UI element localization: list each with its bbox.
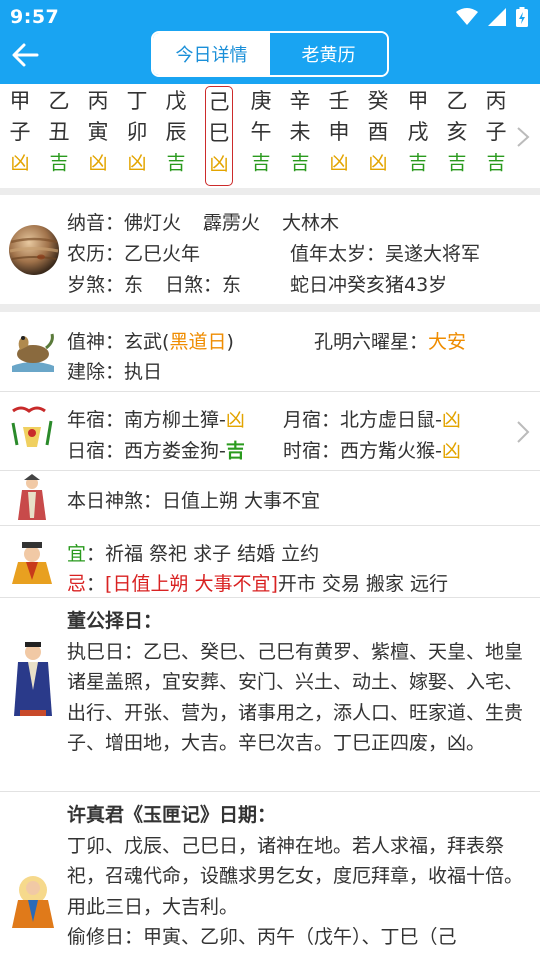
day-item[interactable]: 甲戌吉 xyxy=(404,86,432,186)
tab-switcher: 今日详情 老黄历 xyxy=(151,31,389,77)
yi-row: 宜：祈福 祭祀 求子 结婚 立约 xyxy=(67,543,320,565)
section-divider xyxy=(0,304,540,312)
divider xyxy=(0,391,540,392)
dong-gong-text: 董公择日： 执巳日：乙巳、癸巳、己巳有黄罗、紫檀、天皇、地皇诸星盖照，宜安葬、安… xyxy=(67,606,533,759)
shensha-row: 本日神煞：日值上朔 大事不宜 xyxy=(67,490,321,512)
day-item[interactable]: 丙寅凶 xyxy=(84,86,112,186)
wifi-icon xyxy=(456,8,478,25)
status-time: 9:57 xyxy=(10,6,60,28)
nianxiu-row: 年宿：南方柳土獐-凶 xyxy=(67,409,245,431)
xu-zhenjun-title: 许真君《玉匣记》日期： xyxy=(67,804,277,826)
divider xyxy=(0,470,540,471)
ji-row: 忌：[日值上朔 大事不宜]开市 交易 搬家 远行 xyxy=(67,573,449,595)
emperor-icon xyxy=(12,542,52,584)
day-item[interactable]: 辛未吉 xyxy=(286,86,314,186)
xu-zhenjun-text: 许真君《玉匣记》日期： 丁卯、戊辰、己巳日，诸神在地。若人求福，拜表祭祀，召魂代… xyxy=(67,800,533,953)
xu-zhenjun-body: 丁卯、戊辰、己巳日，诸神在地。若人求福，拜表祭祀，召魂代命，设醮求男乞女，度厄拜… xyxy=(67,834,524,918)
day-item[interactable]: 丁卯凶 xyxy=(123,86,151,186)
chong-text: 蛇日冲癸亥猪43岁 xyxy=(290,274,448,296)
taisui-row: 值年太岁：吴遂大将军 xyxy=(290,243,481,265)
jianchu-row: 建除：执日 xyxy=(67,361,163,383)
day-item-selected[interactable]: 己巳凶 xyxy=(205,86,233,186)
divider xyxy=(0,597,540,598)
xu-zhenjun-icon xyxy=(12,876,54,928)
day-item[interactable]: 乙丑吉 xyxy=(45,86,73,186)
divider xyxy=(0,525,540,526)
section-divider xyxy=(0,188,540,195)
day-item[interactable]: 庚午吉 xyxy=(247,86,275,186)
day-item[interactable]: 乙亥吉 xyxy=(443,86,471,186)
day-strip: 甲子凶 乙丑吉 丙寅凶 丁卯凶 戊辰吉 己巳凶 庚午吉 辛未吉 壬申凶 癸酉凶 … xyxy=(0,84,540,190)
signal-icon xyxy=(488,8,506,26)
back-arrow-icon[interactable] xyxy=(10,40,40,70)
day-item[interactable]: 癸酉凶 xyxy=(364,86,392,186)
battery-icon xyxy=(516,7,528,27)
toxiu-text: 偷修日：甲寅、乙卯、丙午（戊午）、丁巳（己 xyxy=(67,926,457,948)
status-icons xyxy=(456,7,528,27)
dong-gong-icon xyxy=(14,642,52,716)
day-item[interactable]: 戊辰吉 xyxy=(162,86,190,186)
constellation-icon xyxy=(11,406,53,447)
planet-icon xyxy=(9,225,59,275)
day-item[interactable]: 壬申凶 xyxy=(325,86,353,186)
tab-today-details[interactable]: 今日详情 xyxy=(153,33,270,75)
nayin-row: 纳音：佛灯火 霹雳火 大林木 xyxy=(67,212,340,234)
day-item[interactable]: 丙子吉 xyxy=(482,86,510,186)
tab-almanac[interactable]: 老黄历 xyxy=(270,33,387,75)
chevron-right-icon[interactable] xyxy=(516,126,530,148)
sha-row: 岁煞：东 日煞：东 xyxy=(67,274,242,296)
yuexiu-row: 月宿：北方虚日鼠-凶 xyxy=(283,409,461,431)
dong-gong-title: 董公择日： xyxy=(67,610,163,632)
chevron-right-icon[interactable] xyxy=(516,420,530,444)
rixiu-row: 日宿：西方娄金狗-吉 xyxy=(67,440,245,462)
kongming-row: 孔明六曜星：大安 xyxy=(314,331,467,353)
deity-icon xyxy=(18,474,46,520)
dong-gong-body: 执巳日：乙巳、癸巳、己巳有黄罗、紫檀、天皇、地皇诸星盖照，宜安葬、安门、兴土、动… xyxy=(67,640,524,755)
divider xyxy=(0,791,540,792)
day-item[interactable]: 甲子凶 xyxy=(6,86,34,186)
xuanwu-icon xyxy=(12,333,54,372)
shixiu-row: 时宿：西方觜火猴-凶 xyxy=(283,440,461,462)
nongli-row: 农历：乙巳火年 xyxy=(67,243,201,265)
zhishen-row: 值神：玄武(黑道日) xyxy=(67,331,234,353)
